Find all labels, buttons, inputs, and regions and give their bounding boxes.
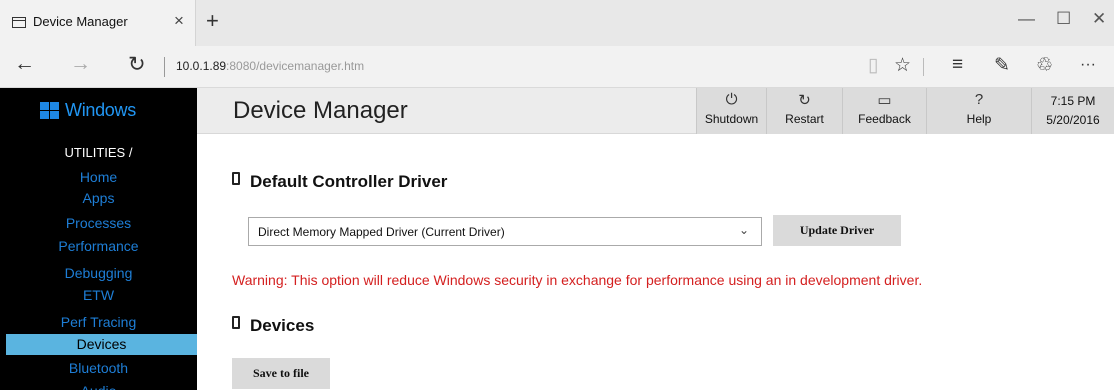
- chevron-down-icon: ⌄: [739, 223, 750, 237]
- devices-icon: [232, 316, 240, 329]
- power-icon: ⏻: [725, 91, 738, 108]
- address-bar: ← → ↻ 10.0.1.89:8080/devicemanager.htm ▯…: [0, 46, 1114, 88]
- sidebar-item-debugging[interactable]: Debugging: [0, 263, 197, 284]
- driver-section-title: Default Controller Driver: [250, 172, 448, 191]
- driver-select-value: Direct Memory Mapped Driver (Current Dri…: [258, 225, 505, 239]
- tab-title: Device Manager: [33, 14, 128, 29]
- restart-label: Restart: [785, 112, 824, 126]
- sidebar-item-perf-tracing[interactable]: Perf Tracing: [0, 312, 197, 333]
- update-driver-button[interactable]: Update Driver: [773, 215, 901, 246]
- new-tab-button[interactable]: +: [206, 8, 219, 34]
- device-icon: [232, 172, 240, 185]
- feedback-button[interactable]: ▭ Feedback: [842, 88, 926, 134]
- clock-date: 5/20/2016: [1046, 113, 1100, 127]
- back-icon[interactable]: ←: [14, 52, 35, 76]
- sidebar-item-home[interactable]: Home: [0, 167, 197, 188]
- sidebar-item-etw[interactable]: ETW: [0, 285, 197, 306]
- sidebar-item-bluetooth[interactable]: Bluetooth: [0, 358, 197, 379]
- url-path: :8080/devicemanager.htm: [226, 59, 365, 73]
- address-separator: [164, 57, 165, 77]
- sidebar-item-devices[interactable]: Devices: [6, 334, 197, 355]
- sidebar-item-processes[interactable]: Processes: [0, 213, 197, 234]
- feedback-label: Feedback: [858, 112, 911, 126]
- forward-icon[interactable]: →: [70, 52, 91, 76]
- page-icon: [12, 17, 26, 28]
- warning-message: Warning: This option will reduce Windows…: [232, 272, 923, 288]
- shutdown-label: Shutdown: [704, 112, 759, 126]
- help-label: Help: [966, 112, 992, 126]
- maximize-button[interactable]: ☐: [1056, 9, 1071, 29]
- sidebar: Windows UTILITIES / Home Apps Processes …: [0, 88, 197, 390]
- favorite-star-icon[interactable]: ☆: [894, 54, 911, 77]
- logo-text: Windows: [65, 100, 136, 120]
- refresh-icon[interactable]: ↻: [128, 52, 146, 77]
- clock-time: 7:15 PM: [1050, 94, 1096, 108]
- windows-logo: Windows: [40, 99, 160, 123]
- hub-icon[interactable]: ≡: [952, 54, 963, 76]
- sidebar-item-performance[interactable]: Performance: [0, 236, 197, 257]
- url-field[interactable]: 10.0.1.89:8080/devicemanager.htm: [176, 59, 364, 73]
- close-window-button[interactable]: ✕: [1092, 9, 1106, 29]
- more-icon[interactable]: ···: [1080, 56, 1096, 74]
- driver-select[interactable]: Direct Memory Mapped Driver (Current Dri…: [248, 217, 762, 246]
- feedback-icon: ▭: [877, 92, 892, 109]
- sidebar-item-apps[interactable]: Apps: [0, 188, 197, 209]
- windows-flag-icon: [40, 102, 59, 120]
- reading-view-icon[interactable]: ▯: [868, 54, 878, 77]
- restart-icon: ↻: [798, 92, 811, 109]
- shutdown-button[interactable]: ⏻ Shutdown: [696, 88, 766, 134]
- sidebar-item-audio[interactable]: Audio: [0, 381, 197, 390]
- clock: 7:15 PM 5/20/2016: [1031, 88, 1114, 134]
- save-to-file-button[interactable]: Save to file: [232, 358, 330, 389]
- help-button[interactable]: ? Help: [926, 88, 1031, 134]
- restart-button[interactable]: ↻ Restart: [766, 88, 842, 134]
- tab-bar: Device Manager × + — ☐ ✕: [0, 0, 1114, 46]
- close-tab-icon[interactable]: ×: [174, 11, 184, 31]
- devices-section-title: Devices: [250, 316, 315, 335]
- browser-tab[interactable]: Device Manager ×: [0, 0, 196, 46]
- help-icon: ?: [974, 91, 984, 108]
- minimize-button[interactable]: —: [1018, 9, 1035, 29]
- share-icon[interactable]: ♲: [1036, 54, 1053, 77]
- web-note-icon[interactable]: ✎: [994, 54, 1010, 77]
- toolbar-separator: [923, 58, 924, 76]
- browser-window: Device Manager × + — ☐ ✕ ← → ↻ 10.0.1.89…: [0, 0, 1114, 390]
- url-host: 10.0.1.89: [176, 59, 227, 73]
- page-title: Device Manager: [233, 97, 408, 124]
- utilities-label: UTILITIES /: [64, 145, 133, 160]
